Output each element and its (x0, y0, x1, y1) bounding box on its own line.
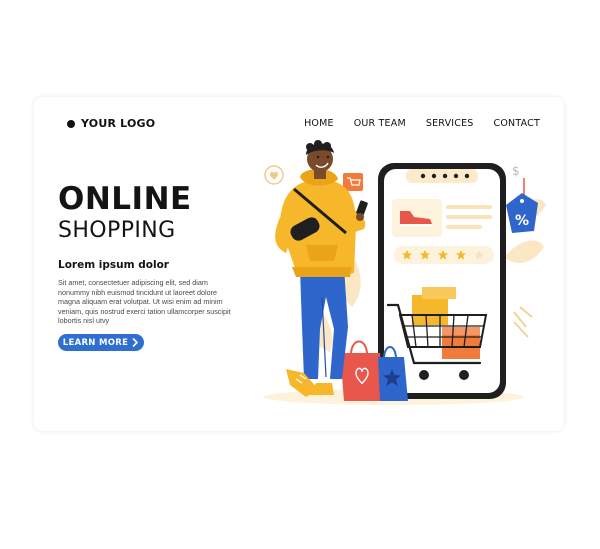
discount-tag-text: % (515, 213, 529, 229)
dollar-icon: $ (512, 164, 520, 178)
shopping-bag-red (340, 340, 384, 401)
heart-icon (264, 165, 284, 185)
discount-tag-icon: % (506, 178, 538, 233)
svg-text:$: $ (512, 164, 520, 178)
shopping-illustration: $ % (264, 140, 546, 405)
rating-stars (394, 246, 494, 264)
landing-card: YOUR LOGO HOME OUR TEAM SERVICES CONTACT… (34, 97, 564, 431)
cart-bubble-icon (343, 173, 363, 191)
